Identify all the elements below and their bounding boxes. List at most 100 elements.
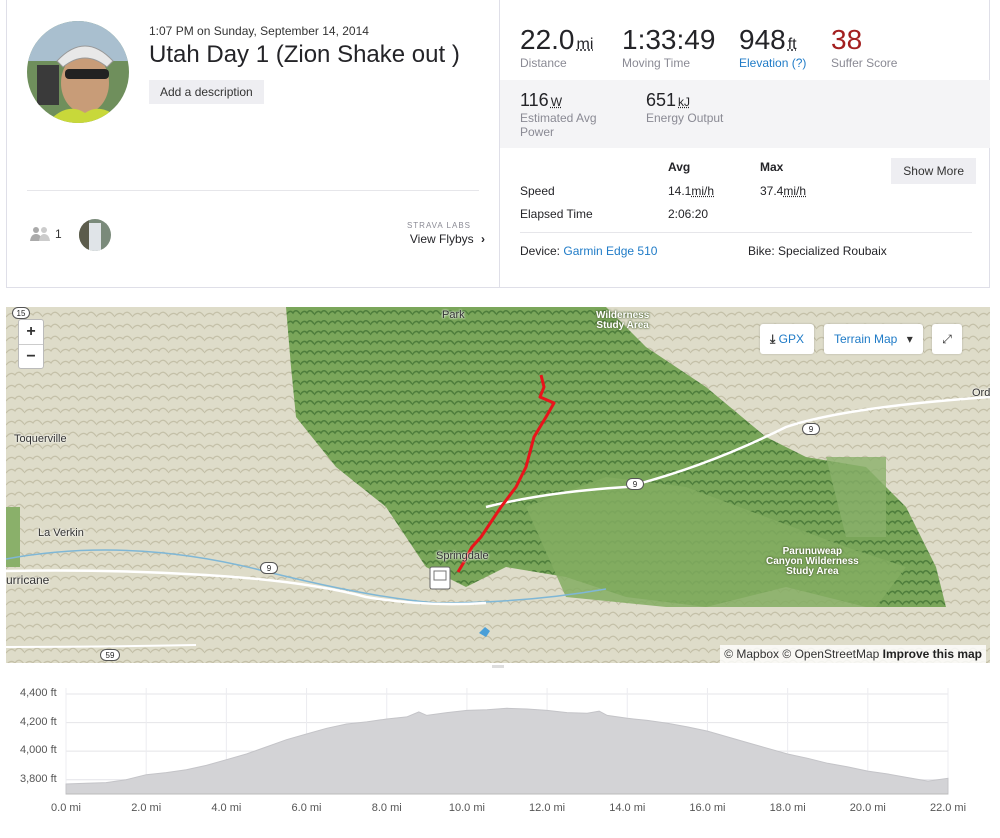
x-tick-label: 12.0 mi: [529, 802, 566, 814]
divider: [27, 190, 479, 191]
activity-title: Utah Day 1 (Zion Shake out ): [149, 41, 460, 68]
show-more-button[interactable]: Show More: [891, 158, 976, 184]
x-tick-label: 0.0 mi: [51, 802, 81, 814]
speed-max-value: 37.4: [760, 184, 784, 198]
add-description-button[interactable]: Add a description: [149, 80, 264, 104]
zoom-out-button[interactable]: −: [19, 344, 43, 368]
activity-summary: 1:07 PM on Sunday, September 14, 2014 Ut…: [7, 0, 499, 287]
caret-down-icon: ▾: [906, 332, 913, 346]
route-shield: 9: [260, 562, 278, 574]
stat-distance: 22.0 mi Distance: [520, 24, 593, 70]
route-shield: 9: [802, 423, 820, 435]
route-shield: 59: [100, 649, 120, 661]
power-value: 116: [520, 90, 549, 110]
elevation-unit: ft: [787, 36, 797, 53]
y-tick-label: 4,200 ft: [20, 715, 57, 728]
activity-stats: 22.0 mi Distance 1:33:49 Moving Time 948 f…: [499, 0, 990, 287]
resize-handle[interactable]: [492, 665, 504, 668]
speed-max-unit: mi/h: [783, 184, 807, 198]
x-tick-label: 2.0 mi: [131, 802, 162, 814]
device-link[interactable]: Garmin Edge 510: [563, 244, 657, 258]
distance-label: Distance: [520, 56, 567, 70]
attribution-osm[interactable]: © OpenStreetMap: [782, 647, 879, 661]
elapsed-time-label: Elapsed Time: [520, 207, 593, 221]
bike-info: Bike: Specialized Roubaix: [748, 244, 887, 258]
y-tick-label: 3,800 ft: [20, 772, 57, 785]
x-tick-label: 22.0 mi: [929, 802, 967, 814]
download-icon: ⤓: [770, 332, 776, 346]
moving-time-label: Moving Time: [622, 56, 691, 70]
speed-max: 37.4mi/h: [760, 184, 806, 198]
expand-icon: ⤢: [942, 332, 952, 346]
map-label-la-verkin: La Verkin: [38, 527, 84, 539]
kudoer-avatar[interactable]: [79, 219, 111, 251]
stat-suffer-score: 38 Suffer Score: [831, 24, 897, 70]
activity-datetime: 1:07 PM on Sunday, September 14, 2014: [149, 24, 369, 38]
view-flybys-link[interactable]: View Flybys ›: [410, 232, 485, 246]
athlete-avatar[interactable]: [27, 21, 129, 123]
chevron-right-icon: ›: [481, 232, 485, 246]
x-tick-label: 6.0 mi: [291, 802, 322, 814]
x-tick-label: 8.0 mi: [371, 802, 402, 814]
zoom-in-button[interactable]: +: [19, 320, 43, 344]
fullscreen-button[interactable]: ⤢: [932, 324, 962, 354]
map-type-select[interactable]: Terrain Map ▾: [824, 324, 923, 354]
stat-moving-time: 1:33:49 Moving Time: [622, 24, 715, 70]
energy-unit: kJ: [678, 95, 691, 109]
x-tick-label: 18.0 mi: [769, 802, 806, 814]
route-shield: 9: [626, 478, 644, 490]
route-map[interactable]: Park Wilderness Study Area Toquerville L…: [6, 307, 990, 663]
divider: [520, 232, 972, 233]
stat-power: 116 W Estimated Avg Power: [520, 90, 630, 139]
x-tick-label: 20.0 mi: [849, 802, 886, 814]
elevation-help-link[interactable]: Elevation (?): [739, 56, 806, 70]
kudos-count[interactable]: 1: [55, 227, 62, 241]
gpx-download-button[interactable]: ⤓ GPX: [760, 324, 814, 354]
energy-label: Energy Output: [646, 111, 724, 125]
route-shield: 15: [12, 307, 30, 319]
elevation-value: 948: [739, 24, 786, 55]
speed-avg: 14.1mi/h: [668, 184, 714, 198]
device-label: Device:: [520, 244, 561, 258]
map-label-springdale: Springdale: [436, 550, 489, 562]
speed-label: Speed: [520, 184, 555, 198]
bike-name: Specialized Roubaix: [778, 244, 887, 258]
map-type-label: Terrain Map: [834, 332, 898, 346]
speed-avg-value: 14.1: [668, 184, 692, 198]
map-label-ord: Ord: [972, 387, 990, 399]
map-attribution: © Mapbox © OpenStreetMap Improve this ma…: [720, 645, 986, 663]
elapsed-time-value: 2:06:20: [668, 207, 709, 221]
elevation-chart[interactable]: 4,400 ft 4,200 ft 4,000 ft 3,800 ft 0.0 mi 2.…: [6, 672, 990, 838]
bike-label: Bike:: [748, 244, 775, 258]
map-label-parunuweap: Parunuweap Canyon Wilderness Study Area: [766, 546, 859, 577]
x-tick-label: 14.0 mi: [609, 802, 646, 814]
zoom-control: + −: [18, 319, 44, 369]
map-label-wilderness: Wilderness Study Area: [596, 310, 650, 331]
stat-elevation: 948 ft Elevation (?): [739, 24, 806, 70]
gpx-label: GPX: [778, 332, 804, 346]
terrain-map-canvas[interactable]: [6, 307, 990, 663]
map-label-park: Park: [442, 309, 465, 321]
power-unit: W: [550, 95, 563, 109]
power-label: Estimated Avg Power: [520, 111, 597, 139]
strava-labs-label: STRAVA LABS: [406, 221, 471, 230]
map-label-hurricane: urricane: [6, 573, 50, 587]
activity-header-card: 1:07 PM on Sunday, September 14, 2014 Ut…: [6, 0, 990, 288]
stat-energy: 651 kJ Energy Output: [646, 90, 723, 125]
moving-time-value: 1:33:49: [622, 24, 716, 55]
primary-stats: 22.0 mi Distance 1:33:49 Moving Time 948 f…: [500, 0, 990, 80]
x-tick-label: 10.0 mi: [448, 802, 485, 814]
device-info: Device: Garmin Edge 510: [520, 244, 657, 258]
map-label-toquerville: Toquerville: [14, 433, 67, 445]
view-flybys-label: View Flybys: [409, 232, 474, 246]
suffer-score-value[interactable]: 38: [831, 24, 897, 56]
improve-map-link[interactable]: Improve this map: [883, 647, 982, 661]
distance-unit: mi: [576, 36, 594, 53]
suffer-score-label: Suffer Score: [831, 56, 898, 70]
secondary-stats: 116 W Estimated Avg Power 651 kJ Energy Ou…: [500, 80, 990, 148]
energy-value: 651: [646, 90, 677, 110]
x-tick-label: 4.0 mi: [211, 802, 242, 814]
distance-value: 22.0: [520, 24, 575, 55]
attribution-mapbox[interactable]: © Mapbox: [724, 647, 779, 661]
kudos-icon[interactable]: [29, 226, 51, 247]
